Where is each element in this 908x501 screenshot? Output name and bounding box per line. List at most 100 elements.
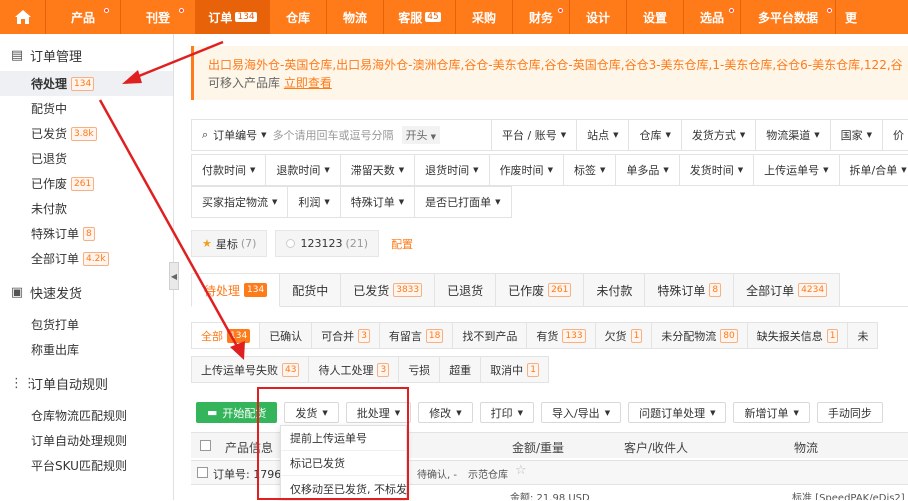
filter-buyer-logistics[interactable]: 买家指定物流 ▼ bbox=[192, 187, 289, 217]
import-export-dropdown-button[interactable]: 导入/导出 ▼ bbox=[540, 402, 622, 423]
filter-price[interactable]: 价 bbox=[883, 120, 908, 150]
filter-site[interactable]: 站点 ▼ bbox=[577, 120, 630, 150]
filter-refund-time[interactable]: 退款时间 ▼ bbox=[266, 155, 341, 185]
sidebar-collapse-handle[interactable]: ◀ bbox=[169, 262, 179, 290]
subtab-all[interactable]: 全部 134 bbox=[191, 322, 261, 349]
modify-dropdown-button[interactable]: 修改 ▼ bbox=[418, 402, 473, 423]
nav-selection[interactable]: 选品 bbox=[684, 0, 741, 34]
sidebar-item-sku-rules[interactable]: 平台SKU匹配规则 bbox=[0, 453, 173, 478]
filter-warehouse[interactable]: 仓库 ▼ bbox=[629, 120, 682, 150]
subtab-manual-handling[interactable]: 待人工处理 3 bbox=[308, 356, 400, 383]
manual-sync-button[interactable]: 手动同步 bbox=[816, 402, 883, 423]
filter-ship-method[interactable]: 发货方式 ▼ bbox=[682, 120, 757, 150]
order-checkbox[interactable] bbox=[197, 467, 208, 478]
sidebar-item-pending[interactable]: 待处理 134 bbox=[0, 71, 173, 96]
sidebar-item-shipped[interactable]: 已发货 3.8k bbox=[0, 121, 173, 146]
tab-unpaid[interactable]: 未付款 bbox=[584, 273, 646, 307]
nav-logistics[interactable]: 物流 bbox=[327, 0, 384, 34]
tab-special-orders[interactable]: 特殊订单 8 bbox=[645, 273, 735, 307]
search-field-label[interactable]: 订单编号 bbox=[213, 127, 257, 143]
nav-multi-platform-data[interactable]: 多平台数据 bbox=[741, 0, 836, 34]
tab-allocating[interactable]: 配货中 bbox=[280, 273, 342, 307]
nav-product[interactable]: 产品 bbox=[46, 0, 121, 34]
subtab-out-of-stock[interactable]: 欠货 1 bbox=[594, 322, 653, 349]
filter-special-order[interactable]: 特殊订单 ▼ bbox=[341, 187, 416, 217]
nav-purchase[interactable]: 采购 bbox=[456, 0, 513, 34]
tag-custom[interactable]: 123123 (21) bbox=[275, 230, 380, 257]
grid-icon: ⋮⋮ bbox=[10, 375, 36, 391]
filter-return-time[interactable]: 退货时间 ▼ bbox=[415, 155, 490, 185]
tab-shipped[interactable]: 已发货 3833 bbox=[341, 273, 436, 307]
filter-label-printed[interactable]: 是否已打面单 ▼ bbox=[415, 187, 510, 217]
filter-void-time[interactable]: 作废时间 ▼ bbox=[490, 155, 564, 185]
filter-country[interactable]: 国家 ▼ bbox=[831, 120, 884, 150]
sidebar-group-order-management[interactable]: ▤ 订单管理 bbox=[0, 42, 173, 68]
column-header-customer: 客户/收件人 bbox=[624, 441, 689, 455]
sidebar-item-allocating[interactable]: 配货中 bbox=[0, 96, 173, 121]
sidebar-item-warehouse-rules[interactable]: 仓库物流匹配规则 bbox=[0, 403, 173, 428]
sidebar-item-pack-print[interactable]: 包货打单 bbox=[0, 312, 173, 337]
notice-view-link[interactable]: 立即查看 bbox=[284, 76, 332, 90]
subtab-mergeable[interactable]: 可合并 3 bbox=[311, 322, 380, 349]
nav-customer-service[interactable]: 客服 45 bbox=[384, 0, 456, 34]
tag-star[interactable]: ★ 星标 (7) bbox=[191, 230, 268, 257]
tab-pending[interactable]: 待处理 134 bbox=[191, 273, 281, 307]
nav-more[interactable]: 更 bbox=[836, 0, 866, 34]
home-button[interactable] bbox=[0, 0, 46, 34]
problem-order-dropdown-button[interactable]: 问题订单处理 ▼ bbox=[628, 402, 727, 423]
filter-platform-account[interactable]: 平台 / 账号 ▼ bbox=[492, 120, 578, 150]
subtab-confirmed[interactable]: 已确认 bbox=[259, 322, 313, 349]
nav-orders[interactable]: 订单 134 bbox=[196, 0, 270, 34]
star-outline-icon[interactable]: ☆ bbox=[515, 463, 527, 478]
filter-split-merge[interactable]: 拆单/合单 ▼ bbox=[840, 155, 908, 185]
filter-upload-tracking[interactable]: 上传运单号 ▼ bbox=[754, 155, 840, 185]
status-subtabs-row-2: 上传运单号失败 43 待人工处理 3 亏损 超重 取消中 1 bbox=[191, 356, 549, 383]
filter-ship-time[interactable]: 发货时间 ▼ bbox=[680, 155, 755, 185]
circle-icon bbox=[286, 239, 296, 248]
tags-config-link[interactable]: 配置 bbox=[391, 236, 413, 252]
tab-all-orders[interactable]: 全部订单 4234 bbox=[734, 273, 841, 307]
filter-row-2: 付款时间 ▼ 退款时间 ▼ 滞留天数 ▼ 退货时间 ▼ 作废时间 ▼ 标签 ▼ 单多品 ▼ 发… bbox=[191, 154, 908, 186]
subtab-has-message[interactable]: 有留言 18 bbox=[378, 322, 454, 349]
subtab-missing-customs[interactable]: 缺失报关信息 1 bbox=[746, 322, 849, 349]
sidebar-item-returned[interactable]: 已退货 bbox=[0, 146, 173, 171]
print-dropdown-button[interactable]: 打印 ▼ bbox=[479, 402, 534, 423]
filter-profit[interactable]: 利润 ▼ bbox=[288, 187, 341, 217]
nav-listing[interactable]: 刊登 bbox=[121, 0, 196, 34]
sidebar-item-all-orders[interactable]: 全部订单 4.2k bbox=[0, 246, 173, 271]
sidebar-item-unpaid[interactable]: 未付款 bbox=[0, 196, 173, 221]
subtab-tracking-upload-failed[interactable]: 上传运单号失败 43 bbox=[191, 356, 310, 383]
filter-pay-time[interactable]: 付款时间 ▼ bbox=[192, 155, 267, 185]
sidebar-group-auto-rules[interactable]: ⋮⋮ 订单自动规则 bbox=[0, 370, 173, 396]
subtab-overweight[interactable]: 超重 bbox=[439, 356, 482, 383]
sidebar-item-special-orders[interactable]: 特殊订单 8 bbox=[0, 221, 173, 246]
subtab-loss[interactable]: 亏损 bbox=[398, 356, 441, 383]
subtab-cancelling[interactable]: 取消中 1 bbox=[480, 356, 549, 383]
select-all-checkbox[interactable] bbox=[200, 440, 211, 451]
filter-logistics-channel[interactable]: 物流渠道 ▼ bbox=[756, 120, 831, 150]
sidebar-item-weigh-out[interactable]: 称重出库 bbox=[0, 337, 173, 362]
sidebar-item-voided[interactable]: 已作废 261 bbox=[0, 171, 173, 196]
tab-voided[interactable]: 已作废 261 bbox=[496, 273, 585, 307]
subtab-product-not-found[interactable]: 找不到产品 bbox=[452, 322, 528, 349]
filter-stay-days[interactable]: 滞留天数 ▼ bbox=[341, 155, 416, 185]
subtab-unassigned-logistics[interactable]: 未分配物流 80 bbox=[651, 322, 748, 349]
new-order-dropdown-button[interactable]: 新增订单 ▼ bbox=[733, 402, 810, 423]
sidebar-item-order-auto-rules[interactable]: 订单自动处理规则 bbox=[0, 428, 173, 453]
filter-single-multi[interactable]: 单多品 ▼ bbox=[616, 155, 680, 185]
subtab-more[interactable]: 未 bbox=[847, 322, 879, 349]
caret-down-icon: ▼ bbox=[456, 408, 462, 417]
nav-design[interactable]: 设计 bbox=[570, 0, 627, 34]
sidebar-group-quick-ship[interactable]: ▣ 快速发货 bbox=[0, 279, 173, 305]
chevron-left-icon: ◀ bbox=[170, 271, 178, 281]
match-mode-select[interactable]: 开头 ▼ bbox=[401, 126, 440, 144]
nav-settings[interactable]: 设置 bbox=[627, 0, 684, 34]
tab-returned[interactable]: 已退货 bbox=[435, 273, 497, 307]
nav-warehouse[interactable]: 仓库 bbox=[270, 0, 327, 34]
nav-finance[interactable]: 财务 bbox=[513, 0, 570, 34]
search-box[interactable]: ⌕ 订单编号 ▼ 多个请用回车或逗号分隔 开头 ▼ bbox=[192, 120, 492, 150]
filter-tag[interactable]: 标签 ▼ bbox=[564, 155, 617, 185]
print-icon: ▬ bbox=[207, 406, 218, 419]
search-input[interactable]: 多个请用回车或逗号分隔 bbox=[273, 127, 394, 143]
subtab-in-stock[interactable]: 有货 133 bbox=[526, 322, 596, 349]
